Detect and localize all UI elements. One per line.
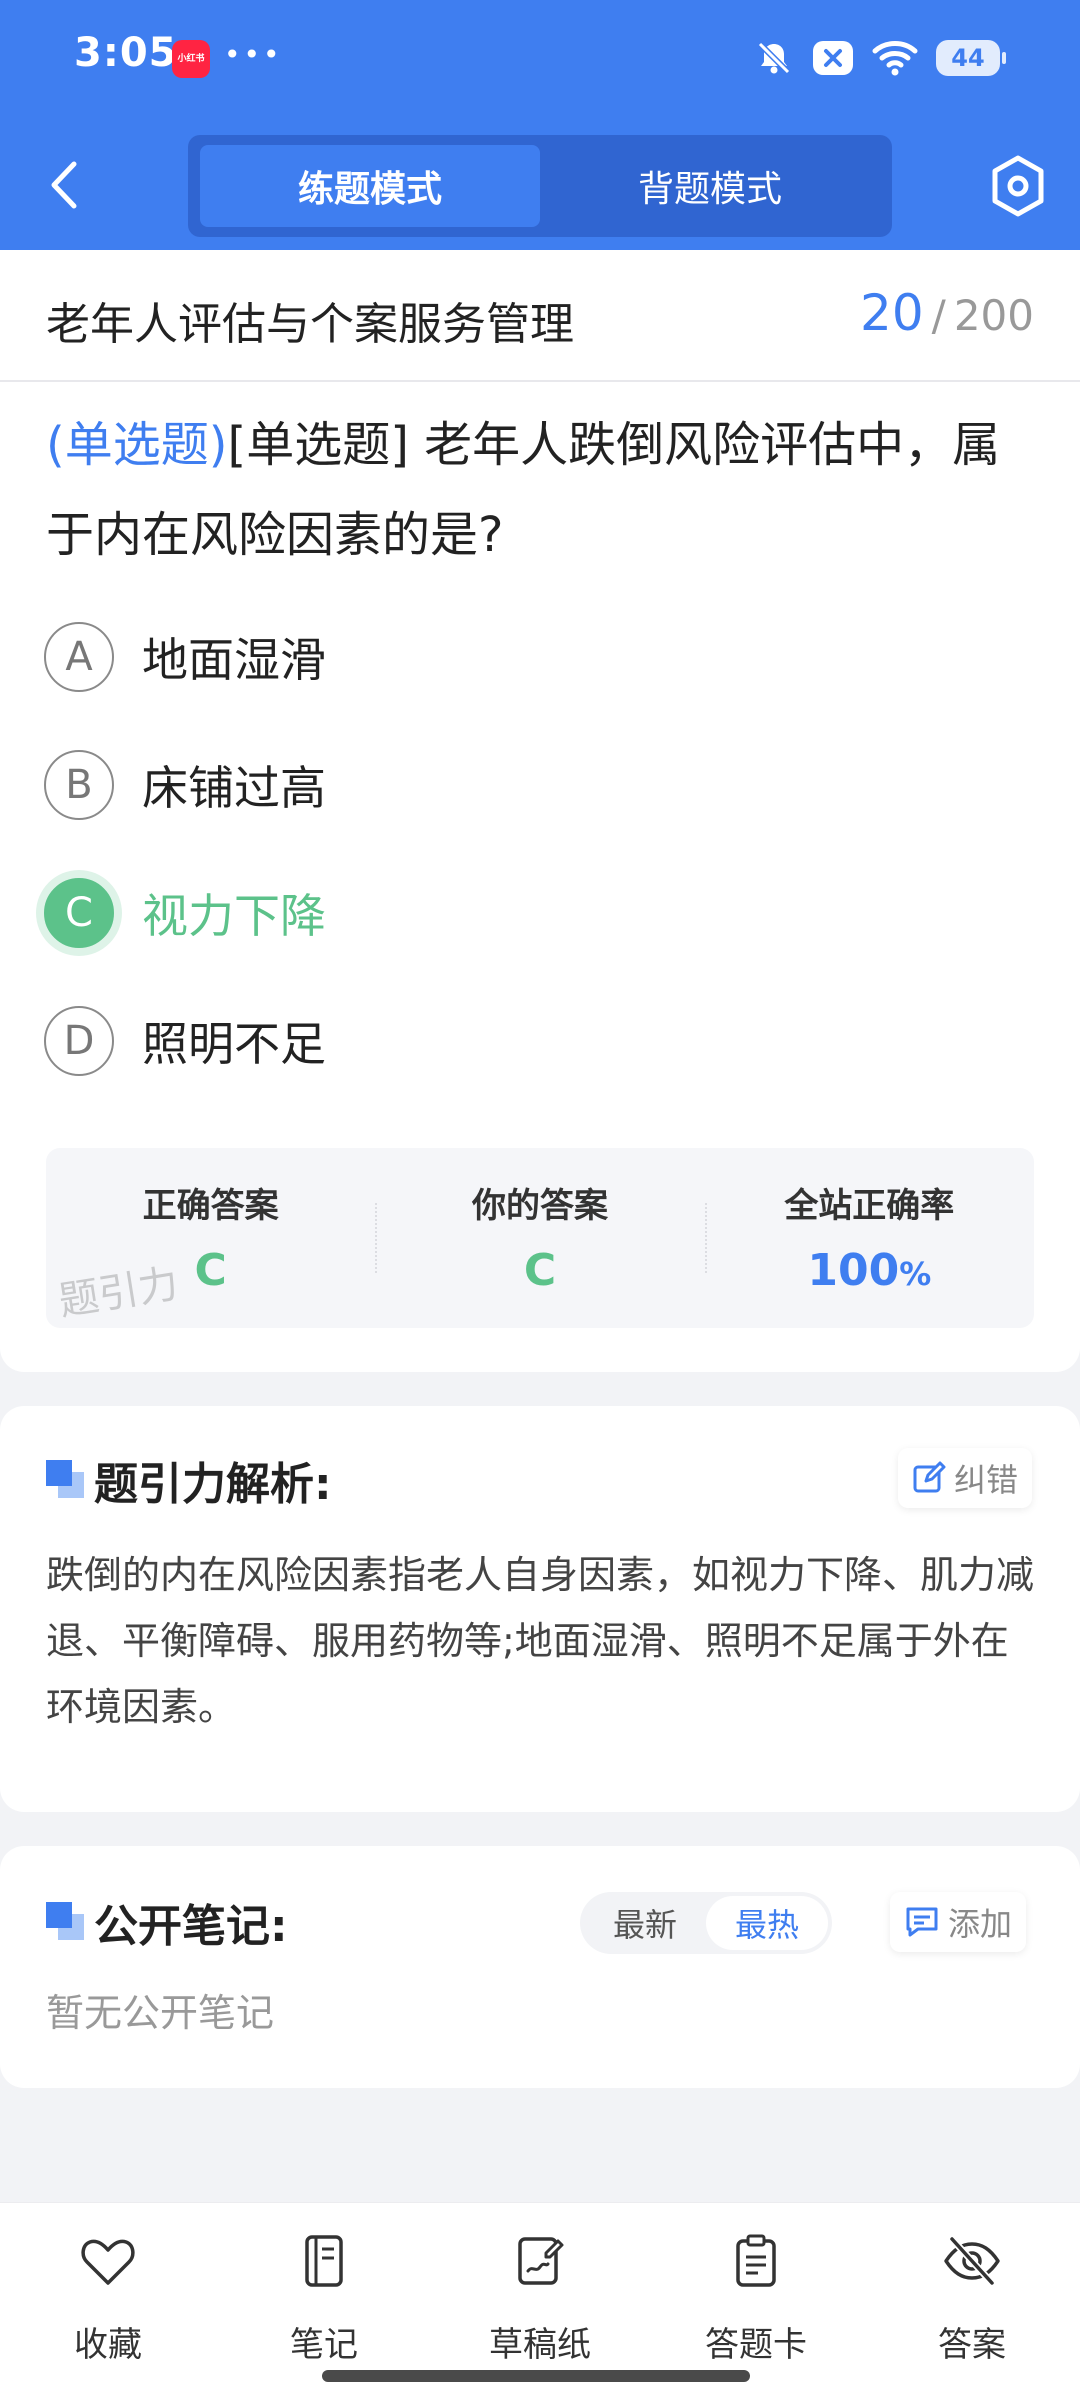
option-text: 照明不足 xyxy=(142,1017,326,1071)
status-bar: 3:05 小红书 ••• 44 xyxy=(0,0,1080,118)
bell-muted-icon xyxy=(757,41,791,75)
notes-sort-toggle: 最新 最热 xyxy=(580,1892,832,1954)
battery-indicator: 44 xyxy=(936,40,1006,76)
sort-latest[interactable]: 最新 xyxy=(584,1896,706,1950)
option-text: 地面湿滑 xyxy=(142,633,326,687)
analysis-card: 题引力解析: 纠错 跌倒的内在风险因素指老人自身因素，如视力下降、肌力减退、平衡… xyxy=(0,1406,1080,1812)
add-note-label: 添加 xyxy=(948,1905,1013,1943)
notes-title: 公开笔记: xyxy=(94,1901,288,1952)
nav-label: 答题卡 xyxy=(705,2325,807,2365)
mode-switch: 练题模式 背题模式 xyxy=(188,135,892,237)
notes-empty-text: 暂无公开笔记 xyxy=(46,1991,275,2035)
option-c[interactable]: C 视力下降 xyxy=(44,868,944,958)
question-text: (单选题)[单选题] 老年人跌倒风险评估中，属于内在风险因素的是? xyxy=(46,400,1038,580)
tab-practice-mode[interactable]: 练题模式 xyxy=(200,145,540,227)
nav-answer-toggle[interactable]: 答案 xyxy=(864,2203,1080,2401)
question-progress: 20/200 xyxy=(860,284,1034,342)
option-text: 视力下降 xyxy=(142,889,326,943)
wifi-icon xyxy=(872,41,918,76)
analysis-title: 题引力解析: xyxy=(94,1459,332,1510)
subject-title: 老年人评估与个案服务管理 xyxy=(46,299,574,350)
correct-answer-col: 正确答案 C 题引力 xyxy=(46,1148,375,1328)
section-squares-icon xyxy=(46,1460,84,1498)
comment-icon xyxy=(906,1907,938,1937)
eye-off-icon xyxy=(944,2236,1000,2286)
option-letter: B xyxy=(44,750,114,820)
nav-label: 笔记 xyxy=(290,2325,358,2365)
heart-icon xyxy=(81,2239,135,2285)
answer-card-icon xyxy=(736,2234,776,2287)
xiaohongshu-app-icon: 小红书 xyxy=(172,40,210,78)
progress-current: 20 xyxy=(860,284,924,342)
your-answer-col: 你的答案 C xyxy=(375,1148,704,1328)
option-letter: D xyxy=(44,1006,114,1076)
nav-label: 答案 xyxy=(938,2325,1006,2365)
add-note-button[interactable]: 添加 xyxy=(890,1892,1027,1952)
accuracy-rate-unit: % xyxy=(899,1255,932,1293)
accuracy-rate-value: 100% xyxy=(705,1245,1034,1296)
correct-answer-label: 正确答案 xyxy=(142,1186,279,1226)
draft-paper-icon xyxy=(518,2237,564,2285)
section-squares-icon xyxy=(46,1902,84,1940)
nav-label: 草稿纸 xyxy=(489,2325,591,2365)
accuracy-rate-label: 全站正确率 xyxy=(784,1186,955,1226)
analysis-body: 跌倒的内在风险因素指老人自身因素，如视力下降、肌力减退、平衡障碍、服用药物等;地… xyxy=(46,1553,1035,1729)
status-time: 3:05 xyxy=(74,30,178,76)
option-letter: C xyxy=(44,878,114,948)
progress-separator: / xyxy=(931,291,946,340)
back-arrow-icon[interactable] xyxy=(34,150,94,220)
close-badge-icon xyxy=(813,41,853,75)
report-error-button[interactable]: 纠错 xyxy=(898,1448,1033,1508)
accuracy-rate-number: 100 xyxy=(807,1245,900,1296)
status-more-dots: ••• xyxy=(224,38,283,71)
question-card: 老年人评估与个案服务管理 20/200 (单选题)[单选题] 老年人跌倒风险评估… xyxy=(0,250,1080,1372)
tab-memorize-mode[interactable]: 背题模式 xyxy=(540,145,880,227)
home-indicator[interactable] xyxy=(322,2370,750,2382)
your-answer-label: 你的答案 xyxy=(471,1186,608,1226)
settings-hexagon-icon[interactable] xyxy=(984,152,1052,220)
nav-favorite[interactable]: 收藏 xyxy=(0,2203,216,2401)
option-a[interactable]: A 地面湿滑 xyxy=(44,612,944,702)
option-b[interactable]: B 床铺过高 xyxy=(44,740,944,830)
nav-label: 收藏 xyxy=(74,2325,142,2365)
report-error-label: 纠错 xyxy=(954,1461,1019,1499)
edit-icon xyxy=(913,1461,946,1493)
top-bar: 3:05 小红书 ••• 44 练题模式 背题模式 xyxy=(0,0,1080,250)
accuracy-rate-col: 全站正确率 100% xyxy=(704,1148,1034,1328)
notebook-icon xyxy=(305,2235,343,2287)
your-answer-value: C xyxy=(523,1245,557,1296)
subject-header: 老年人评估与个案服务管理 20/200 xyxy=(0,250,1080,382)
correct-answer-value: C xyxy=(194,1245,227,1296)
progress-total: 200 xyxy=(953,291,1034,340)
answer-summary-panel: 正确答案 C 题引力 你的答案 C 全站正确率 100% xyxy=(46,1148,1034,1328)
status-icons: 44 xyxy=(754,34,1006,82)
question-type-tag: (单选题) xyxy=(46,417,228,473)
option-letter: A xyxy=(44,622,114,692)
option-text: 床铺过高 xyxy=(142,761,326,815)
option-d[interactable]: D 照明不足 xyxy=(44,996,944,1086)
public-notes-card: 公开笔记: 最新 最热 添加 暂无公开笔记 xyxy=(0,1846,1080,2088)
sort-hottest[interactable]: 最热 xyxy=(706,1896,828,1950)
